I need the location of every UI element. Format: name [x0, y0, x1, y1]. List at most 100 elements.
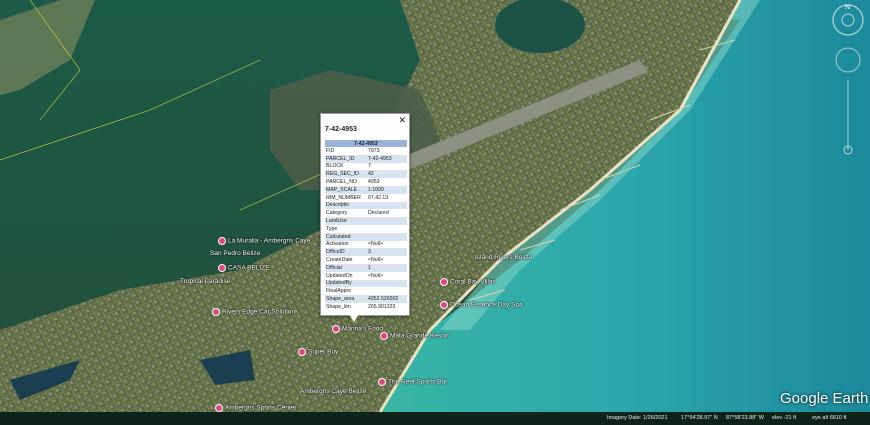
- map-pin-icon: [378, 378, 386, 386]
- attribute-row: UpdatedOn <Null>: [325, 272, 407, 280]
- eye-altitude-readout: eye alt 6810 ft: [812, 415, 847, 421]
- attribute-key: Official: [325, 263, 367, 272]
- attribute-value: Declared: [368, 210, 389, 217]
- attribute-key: FinalAppro: [326, 288, 352, 295]
- attribute-key: Category: [326, 210, 348, 217]
- attribute-row: UpdatedBy: [325, 279, 407, 288]
- place-label[interactable]: CASA BELIZE: [218, 264, 270, 272]
- attribute-key: FID: [326, 147, 335, 154]
- attribute-value: [367, 201, 407, 210]
- attribute-row: Shape_len 265.901333: [325, 303, 407, 311]
- attribute-value: 1:1000: [367, 185, 407, 194]
- parcel-info-popup: 7-42-4953 ✕ 7-42-4953 FID 7973 PARCEL_ID 7-…: [320, 113, 410, 316]
- attribute-key: CreateDate: [326, 257, 353, 264]
- map-pin-icon: [218, 264, 226, 272]
- imagery-date: Imagery Date: 1/26/2021: [607, 415, 668, 421]
- attribute-table-header: 7-42-4953: [325, 140, 407, 147]
- attribute-key: MAP_SCALE: [325, 185, 367, 194]
- attribute-value: <Null>: [368, 257, 383, 264]
- satellite-map[interactable]: N: [0, 0, 870, 425]
- attribute-row: Type: [325, 225, 407, 233]
- attribute-row: BLOCK 7: [325, 163, 407, 171]
- attribute-row: Category Declared: [325, 209, 407, 217]
- place-label[interactable]: Coral Bay Villas: [440, 278, 496, 286]
- attribute-key: Type: [326, 225, 338, 232]
- map-pin-icon: [440, 278, 448, 286]
- map-pin-icon: [212, 308, 220, 316]
- map-pin-icon: [380, 332, 388, 340]
- place-label[interactable]: Ambergris Sports Center: [215, 404, 297, 412]
- attribute-key: PARCEL_NO: [326, 179, 358, 186]
- place-label[interactable]: La Muralla - Ambergris Caye: [218, 237, 310, 245]
- attribute-value: 42: [367, 170, 407, 179]
- attribute-row: Activation <Null>: [325, 241, 407, 249]
- attribute-value: <Null>: [368, 241, 383, 248]
- attribute-key: Shape_area: [325, 295, 367, 303]
- attribute-value: <Null>: [368, 272, 383, 279]
- attribute-value: 265.901333: [368, 303, 396, 310]
- attribute-row: Shape_area 4352.526502: [325, 295, 407, 303]
- attribute-key: OfficeID: [325, 248, 367, 257]
- attribute-key: PARCEL_ID: [325, 154, 367, 163]
- attribute-value: 07.42.13: [368, 194, 389, 201]
- svg-text:N: N: [845, 4, 850, 11]
- attribute-key: Activation: [326, 241, 349, 248]
- attribute-row: Calculated: [325, 232, 407, 241]
- attribute-row: LandUse: [325, 217, 407, 225]
- attribute-key: UpdatedOn: [326, 272, 353, 279]
- attribute-value: 7: [368, 163, 371, 170]
- popup-title: 7-42-4953: [325, 126, 357, 133]
- place-label[interactable]: San Pedro Belize: [210, 250, 260, 257]
- attribute-value: 7973: [368, 147, 380, 154]
- attribute-value: 1: [367, 263, 407, 272]
- attribute-key: UpdatedBy: [325, 279, 367, 288]
- popup-pointer: [349, 314, 359, 322]
- attribute-row: REG_SEC_ID 42: [325, 170, 407, 179]
- place-label[interactable]: Rivers Edge Car Solutions: [212, 308, 298, 316]
- longitude-readout: 87°58'23.88" W: [726, 415, 764, 421]
- latitude-readout: 17°54'28.97" N: [681, 415, 718, 421]
- attribute-key: LandUse: [325, 217, 367, 225]
- attribute-row: PARCEL_ID 7-42-4953: [325, 154, 407, 163]
- status-bar: Imagery Date: 1/26/2021 17°54'28.97" N 8…: [0, 412, 870, 425]
- place-label[interactable]: Super Buy: [298, 348, 338, 356]
- place-label[interactable]: The Reef Sports Bar: [378, 378, 447, 386]
- place-label[interactable]: Tropical Paradise: [180, 278, 230, 285]
- attribute-value: 3: [367, 248, 407, 257]
- attribute-key: Shape_len: [326, 303, 351, 310]
- attribute-key: Calculated: [325, 232, 367, 241]
- close-icon[interactable]: ✕: [398, 115, 406, 126]
- place-label[interactable]: Island Rivers Belize: [475, 254, 532, 261]
- google-earth-logo: Google Earth: [780, 390, 869, 407]
- attribute-key: RIM_NUMBER: [326, 194, 361, 201]
- place-label[interactable]: Marina's Food: [332, 325, 383, 333]
- place-label[interactable]: Ocean Essence Day Spa: [440, 301, 523, 309]
- attribute-row: OfficeID 3: [325, 248, 407, 257]
- attribute-row: FinalAppro: [325, 287, 407, 295]
- attribute-value: [367, 279, 407, 288]
- attribute-row: FID 7973: [325, 147, 407, 155]
- attribute-value: 7-42-4953: [367, 154, 407, 163]
- attribute-value: [367, 225, 407, 233]
- place-label[interactable]: Ambergris Caye Belize: [300, 388, 366, 395]
- attribute-row: Official 1: [325, 263, 407, 272]
- attribute-value: [367, 217, 407, 225]
- attribute-row: Descriptio: [325, 201, 407, 210]
- attribute-row: PARCEL_NO 4953: [325, 178, 407, 186]
- map-pin-icon: [218, 237, 226, 245]
- attribute-value: 4352.526502: [367, 295, 407, 303]
- place-label[interactable]: Mata Grande Resort: [380, 332, 449, 340]
- map-pin-icon: [215, 404, 223, 412]
- map-pin-icon: [332, 325, 340, 333]
- attribute-value: [367, 232, 407, 241]
- attribute-row: RIM_NUMBER 07.42.13: [325, 194, 407, 202]
- elevation-readout: elev -21 ft: [772, 415, 797, 421]
- attribute-key: Descriptio: [325, 201, 367, 210]
- attribute-table: 7-42-4953 FID 7973 PARCEL_ID 7-42-4953 BLOCK…: [325, 140, 407, 311]
- attribute-key: REG_SEC_ID: [325, 170, 367, 179]
- attribute-value: [367, 287, 407, 295]
- map-pin-icon: [440, 301, 448, 309]
- attribute-key: BLOCK: [326, 163, 344, 170]
- attribute-value: 4953: [368, 179, 380, 186]
- map-pin-icon: [298, 348, 306, 356]
